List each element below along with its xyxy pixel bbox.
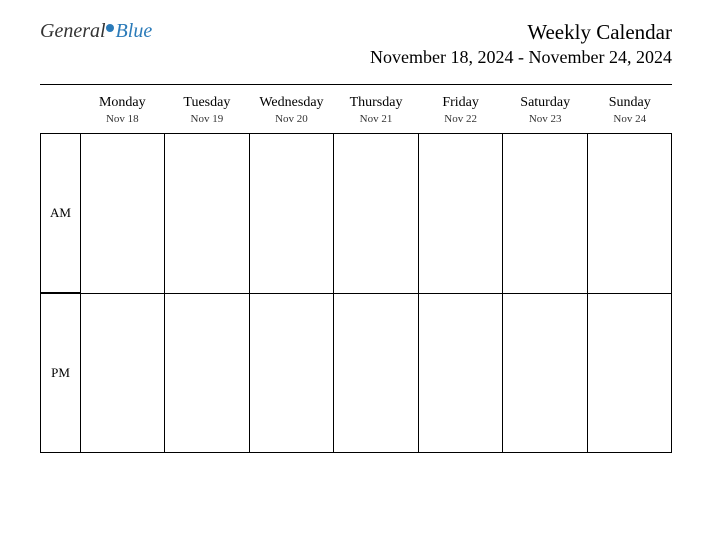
page-title: Weekly Calendar xyxy=(370,20,672,45)
day-date: Nov 18 xyxy=(80,113,165,125)
calendar-cell xyxy=(418,293,502,453)
calendar-cell xyxy=(249,293,333,453)
calendar-cell xyxy=(164,133,248,293)
calendar-cell xyxy=(249,133,333,293)
day-date: Nov 20 xyxy=(249,113,334,125)
logo-text-general: General xyxy=(40,20,106,43)
page: General Blue Weekly Calendar November 18… xyxy=(0,0,712,473)
calendar-cell xyxy=(80,293,164,453)
day-head: Monday Nov 18 xyxy=(80,91,165,133)
calendar-cell xyxy=(80,133,164,293)
day-name: Tuesday xyxy=(165,95,250,111)
day-date: Nov 23 xyxy=(503,113,588,125)
calendar-head-row: Monday Nov 18 Tuesday Nov 19 Wednesday N… xyxy=(40,91,672,133)
calendar-row-pm: PM xyxy=(40,293,672,453)
header: General Blue Weekly Calendar November 18… xyxy=(40,20,672,68)
day-name: Sunday xyxy=(587,95,672,111)
day-date: Nov 24 xyxy=(587,113,672,125)
day-date: Nov 19 xyxy=(165,113,250,125)
day-date: Nov 22 xyxy=(418,113,503,125)
day-name: Monday xyxy=(80,95,165,111)
day-head: Thursday Nov 21 xyxy=(334,91,419,133)
day-head: Wednesday Nov 20 xyxy=(249,91,334,133)
period-col-spacer xyxy=(40,91,80,133)
day-name: Thursday xyxy=(334,95,419,111)
day-name: Friday xyxy=(418,95,503,111)
logo-dot-icon xyxy=(106,24,114,32)
calendar-cell xyxy=(587,133,672,293)
day-head: Saturday Nov 23 xyxy=(503,91,588,133)
calendar-cell xyxy=(502,133,586,293)
calendar-cell xyxy=(333,293,417,453)
period-label: AM xyxy=(40,133,80,293)
period-label: PM xyxy=(40,293,80,453)
brand-logo: General Blue xyxy=(40,20,152,43)
day-head: Sunday Nov 24 xyxy=(587,91,672,133)
header-divider xyxy=(40,84,672,85)
calendar-row-am: AM xyxy=(40,133,672,293)
day-date: Nov 21 xyxy=(334,113,419,125)
title-block: Weekly Calendar November 18, 2024 - Nove… xyxy=(370,20,672,68)
weekly-calendar: Monday Nov 18 Tuesday Nov 19 Wednesday N… xyxy=(40,91,672,453)
date-range: November 18, 2024 - November 24, 2024 xyxy=(370,47,672,68)
calendar-cell xyxy=(502,293,586,453)
day-name: Wednesday xyxy=(249,95,334,111)
day-name: Saturday xyxy=(503,95,588,111)
day-head: Tuesday Nov 19 xyxy=(165,91,250,133)
day-head: Friday Nov 22 xyxy=(418,91,503,133)
calendar-cell xyxy=(587,293,672,453)
calendar-cell xyxy=(164,293,248,453)
calendar-cell xyxy=(333,133,417,293)
calendar-cell xyxy=(418,133,502,293)
logo-text-blue: Blue xyxy=(116,20,153,43)
